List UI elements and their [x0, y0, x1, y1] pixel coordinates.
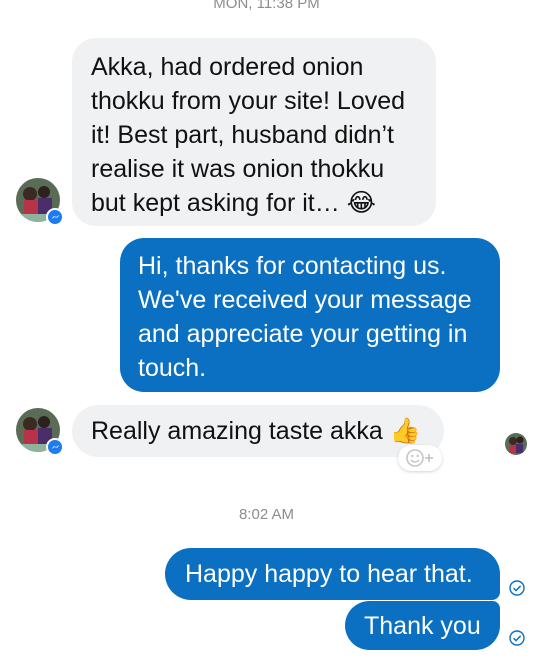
thumbs-up-emoji: 👍 [389, 416, 421, 445]
timestamp-top: MON, 11:38 PM [213, 0, 320, 12]
outgoing-message-bubble[interactable]: Happy happy to hear that. [165, 548, 500, 600]
add-reaction-button[interactable] [398, 445, 442, 471]
messenger-icon [46, 208, 64, 226]
outgoing-message-bubble[interactable]: Hi, thanks for contacting us. We've rece… [120, 238, 500, 392]
delivered-check-icon [509, 580, 525, 596]
message-text: Hi, thanks for contacting us. We've rece… [138, 252, 472, 382]
add-reaction-icon [406, 449, 433, 467]
contact-avatar[interactable] [16, 178, 64, 226]
message-text: Happy happy to hear that. [185, 560, 473, 588]
laughing-emoji: 😂 [346, 188, 376, 217]
message-text: Really amazing taste akka [91, 417, 383, 445]
incoming-message-bubble[interactable]: Akka, had ordered onion thokku from your… [72, 38, 436, 226]
messenger-icon [46, 438, 64, 456]
timestamp-bottom: 8:02 AM [238, 506, 295, 523]
contact-avatar[interactable] [16, 408, 64, 456]
seen-avatar [505, 433, 527, 455]
delivered-check-icon [509, 630, 525, 646]
incoming-message-bubble[interactable]: Really amazing taste akka 👍 [72, 405, 444, 457]
outgoing-message-bubble[interactable]: Thank you [345, 601, 500, 650]
message-text: Thank you [364, 612, 481, 640]
